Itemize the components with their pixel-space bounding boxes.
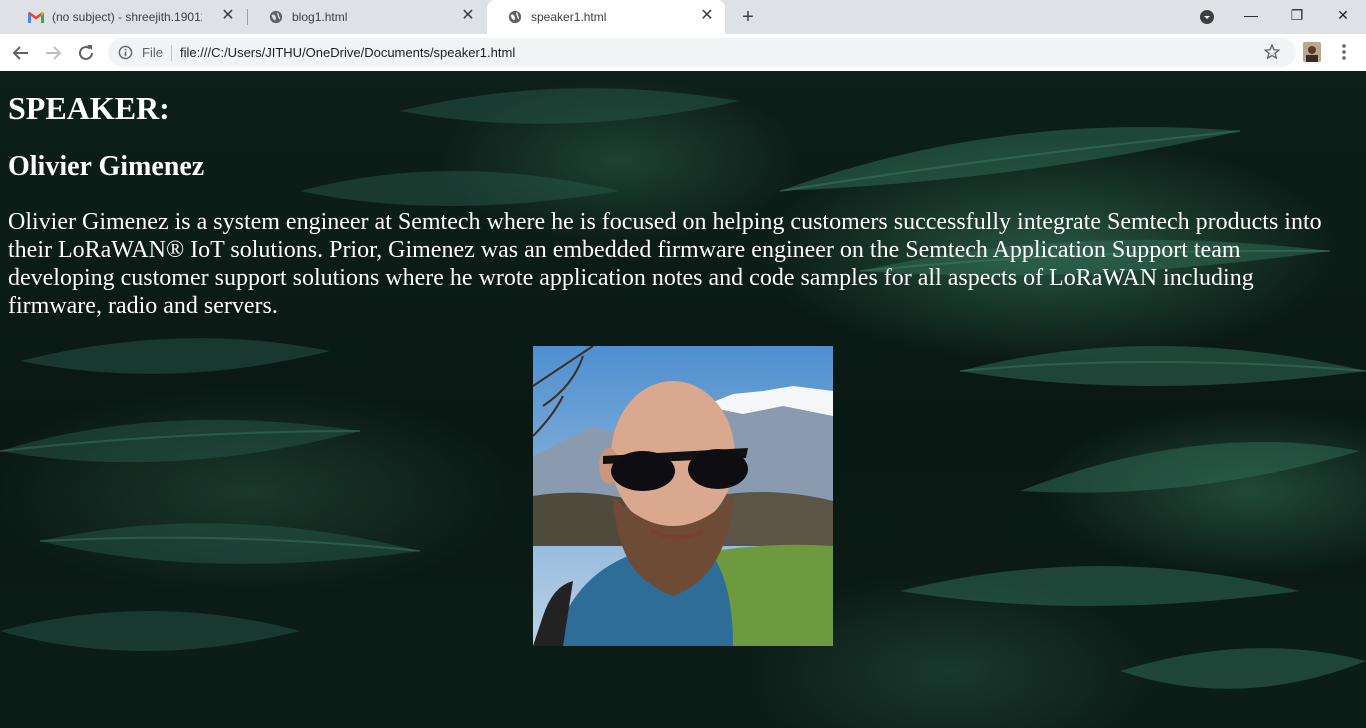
close-tab-icon[interactable]: ✕	[220, 8, 236, 24]
page-viewport: SPEAKER: Olivier Gimenez Olivier Gimenez…	[0, 71, 1366, 728]
tab-strip: (no subject) - shreejith.1901224@ ✕ blog…	[0, 0, 1366, 34]
gmail-icon	[28, 11, 44, 23]
close-tab-icon[interactable]: ✕	[699, 8, 715, 24]
browser-toolbar: File file:///C:/Users/JITHU/OneDrive/Doc…	[0, 34, 1366, 72]
tab-title: speaker1.html	[531, 10, 607, 24]
page-heading: SPEAKER:	[8, 90, 170, 126]
profile-avatar[interactable]	[1303, 42, 1321, 62]
tab-gmail[interactable]: (no subject) - shreejith.1901224@ ✕	[8, 0, 246, 34]
minimize-icon[interactable]: —	[1228, 0, 1274, 34]
tab-title: (no subject) - shreejith.1901224@	[52, 10, 202, 24]
speaker-name: Olivier Gimenez	[8, 151, 205, 182]
tab-speaker1[interactable]: speaker1.html ✕	[487, 0, 725, 34]
tab-title: blog1.html	[292, 10, 348, 24]
speaker-bio: Olivier Gimenez is a system engineer at …	[8, 209, 1322, 319]
reload-icon[interactable]	[75, 42, 97, 64]
new-tab-button[interactable]: +	[737, 6, 759, 28]
bookmark-star-icon[interactable]	[1263, 43, 1281, 61]
omnibox-divider	[171, 45, 172, 61]
globe-icon	[508, 10, 522, 24]
menu-kebab-icon[interactable]	[1336, 42, 1352, 62]
restore-icon[interactable]: ❐	[1274, 0, 1320, 34]
close-window-icon[interactable]: ✕	[1320, 0, 1366, 34]
speaker-photo	[533, 346, 833, 646]
tab-blog1[interactable]: blog1.html ✕	[248, 0, 486, 34]
address-bar[interactable]: File file:///C:/Users/JITHU/OneDrive/Doc…	[108, 38, 1296, 67]
tab-search-icon[interactable]	[1199, 9, 1215, 25]
url-text[interactable]: file:///C:/Users/JITHU/OneDrive/Document…	[180, 45, 515, 60]
scheme-label: File	[142, 45, 163, 60]
info-icon[interactable]	[118, 45, 133, 60]
back-icon[interactable]	[10, 42, 32, 64]
forward-icon[interactable]	[42, 42, 64, 64]
globe-icon	[269, 10, 283, 24]
close-tab-icon[interactable]: ✕	[460, 8, 476, 24]
